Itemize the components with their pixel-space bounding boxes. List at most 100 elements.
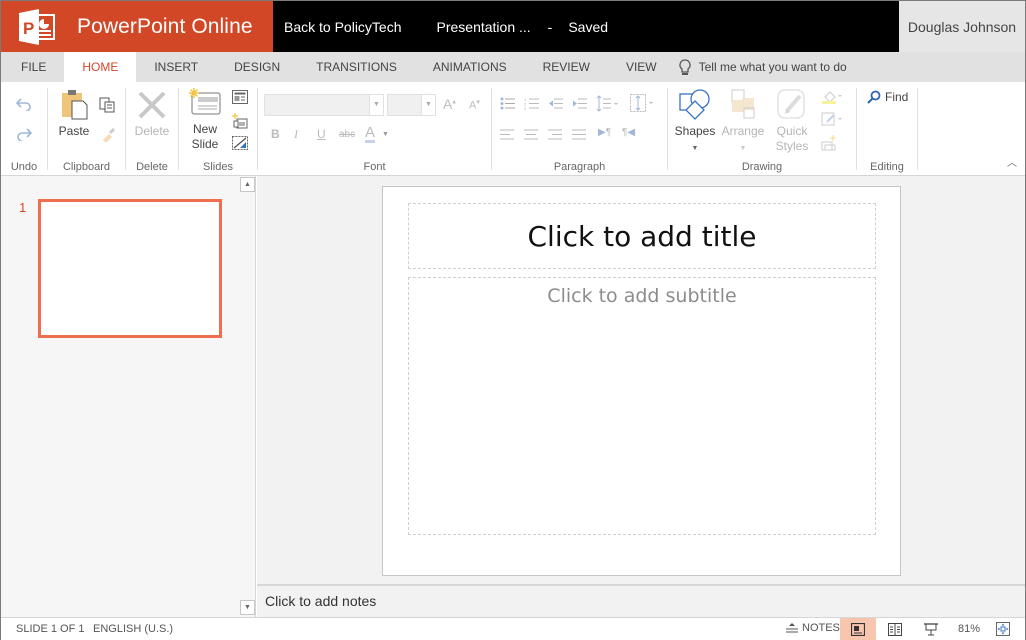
strikethrough-icon: abc [339, 129, 356, 140]
tab-file[interactable]: FILE [1, 52, 64, 82]
chevron-down-icon: ▼ [244, 604, 251, 611]
slide-show-icon [924, 622, 938, 635]
back-link[interactable]: Back to PolicyTech [284, 19, 402, 35]
slide-canvas: Click to add title Click to add subtitle [257, 176, 1025, 584]
delete-button[interactable]: Delete [132, 90, 172, 139]
bullets-icon[interactable] [500, 97, 516, 110]
chevron-down-icon: ▼ [739, 145, 747, 152]
rtl-icon[interactable]: ¶◀ [622, 127, 635, 138]
strikethrough-button[interactable]: abc [339, 129, 355, 140]
shapes-button[interactable]: Shapes ▼ [674, 88, 716, 153]
font-size-dropdown[interactable]: ▼ [387, 94, 436, 116]
redo-icon[interactable] [16, 127, 32, 141]
justify-icon[interactable] [572, 129, 586, 140]
document-name[interactable]: Presentation ... [437, 19, 531, 35]
slide[interactable]: Click to add title Click to add subtitle [382, 186, 901, 576]
language-indicator[interactable]: ENGLISH (U.S.) [93, 623, 173, 635]
notes-icon [786, 623, 798, 633]
layout-icon[interactable] [232, 90, 248, 104]
slide-thumbnail[interactable] [38, 199, 222, 338]
bold-button[interactable]: B [271, 127, 280, 141]
slide-show-button[interactable] [913, 618, 949, 640]
subtitle-placeholder[interactable]: Click to add subtitle [408, 277, 876, 535]
notes-toggle-button[interactable]: NOTES [786, 622, 840, 634]
tab-label: INSERT [154, 60, 199, 74]
find-button[interactable]: Find [867, 90, 908, 104]
tab-label: TRANSITIONS [316, 60, 397, 74]
find-label: Find [885, 90, 909, 104]
tell-me-placeholder: Tell me what you want to do [698, 60, 847, 74]
app-brand[interactable]: P PowerPoint Online [1, 1, 273, 52]
paste-button[interactable]: Paste [56, 88, 92, 139]
align-center-icon[interactable] [524, 129, 538, 140]
tell-me-search[interactable]: Tell me what you want to do [679, 52, 847, 82]
tab-animations[interactable]: ANIMATIONS [415, 52, 525, 82]
hide-slide-icon[interactable] [232, 136, 248, 150]
align-left-icon[interactable] [500, 129, 514, 140]
group-label: Editing [870, 161, 904, 173]
slide-thumbnails-pane: 1 ▲ ▼ [1, 176, 256, 617]
paste-icon [62, 90, 88, 120]
notes-placeholder: Click to add notes [265, 593, 377, 609]
notes-pane[interactable]: Click to add notes [257, 584, 1025, 617]
line-spacing-icon[interactable] [596, 95, 620, 112]
search-icon [867, 90, 881, 104]
quick-styles-button[interactable]: Quick Styles [769, 88, 815, 154]
tab-view[interactable]: VIEW [608, 52, 675, 82]
scroll-up-button[interactable]: ▲ [240, 177, 255, 192]
tab-design[interactable]: DESIGN [216, 52, 298, 82]
chevron-down-icon[interactable]: ▼ [382, 131, 389, 138]
chevron-up-icon: ▲ [244, 181, 251, 188]
grow-font-button[interactable]: A▴ [443, 96, 456, 112]
reading-view-button[interactable] [877, 618, 913, 640]
arrange-button[interactable]: Arrange ▼ [720, 88, 766, 153]
duplicate-slide-icon[interactable] [232, 113, 248, 129]
normal-view-button[interactable] [840, 618, 876, 640]
svg-text:P: P [23, 19, 34, 38]
group-label: Paragraph [553, 161, 606, 173]
align-text-icon[interactable] [630, 94, 656, 112]
shrink-font-button[interactable]: A▾ [469, 98, 480, 112]
copy-icon[interactable] [99, 97, 115, 113]
delete-icon [138, 91, 166, 119]
tab-label: HOME [82, 60, 119, 74]
increase-indent-icon[interactable] [572, 97, 588, 110]
group-label: Undo [10, 161, 38, 173]
decrease-indent-icon[interactable] [548, 97, 564, 110]
font-color-button[interactable]: A [365, 125, 376, 143]
zoom-level[interactable]: 81% [958, 623, 980, 635]
title-placeholder[interactable]: Click to add title [408, 203, 876, 269]
italic-button[interactable]: I [294, 127, 298, 142]
app-name: PowerPoint Online [77, 14, 253, 38]
arrange-icon [731, 89, 755, 119]
fit-to-window-button[interactable] [985, 618, 1021, 640]
title-separator: - [547, 18, 553, 35]
collapse-ribbon-icon[interactable]: ︿ [1007, 154, 1017, 169]
group-delete: Delete Delete [126, 82, 178, 176]
user-account[interactable]: Douglas Johnson [899, 1, 1025, 52]
tab-home[interactable]: HOME [64, 52, 137, 82]
underline-button[interactable]: U [317, 127, 326, 141]
group-undo: Undo [1, 82, 47, 176]
group-label: Font [363, 161, 386, 173]
shapes-label: Shapes [674, 124, 716, 138]
subtitle-placeholder-text: Click to add subtitle [547, 285, 737, 307]
format-painter-icon[interactable] [100, 126, 116, 142]
bold-icon: B [271, 127, 280, 141]
tab-review[interactable]: REVIEW [525, 52, 608, 82]
numbering-icon[interactable]: 123 [524, 97, 540, 110]
tab-label: VIEW [625, 60, 657, 74]
shape-effects-icon[interactable] [821, 135, 837, 151]
scroll-down-button[interactable]: ▼ [240, 600, 255, 615]
shape-outline-icon[interactable] [821, 112, 843, 126]
undo-icon[interactable] [16, 97, 32, 111]
new-slide-button[interactable]: New Slide [185, 88, 225, 152]
align-right-icon[interactable] [548, 129, 562, 140]
font-name-dropdown[interactable]: ▼ [264, 94, 384, 116]
ltr-icon[interactable]: ▶¶ [598, 127, 611, 138]
tab-transitions[interactable]: TRANSITIONS [298, 52, 415, 82]
group-label: Slides [203, 161, 233, 173]
tab-insert[interactable]: INSERT [136, 52, 216, 82]
group-divider [917, 88, 918, 170]
shape-fill-icon[interactable] [821, 89, 843, 105]
